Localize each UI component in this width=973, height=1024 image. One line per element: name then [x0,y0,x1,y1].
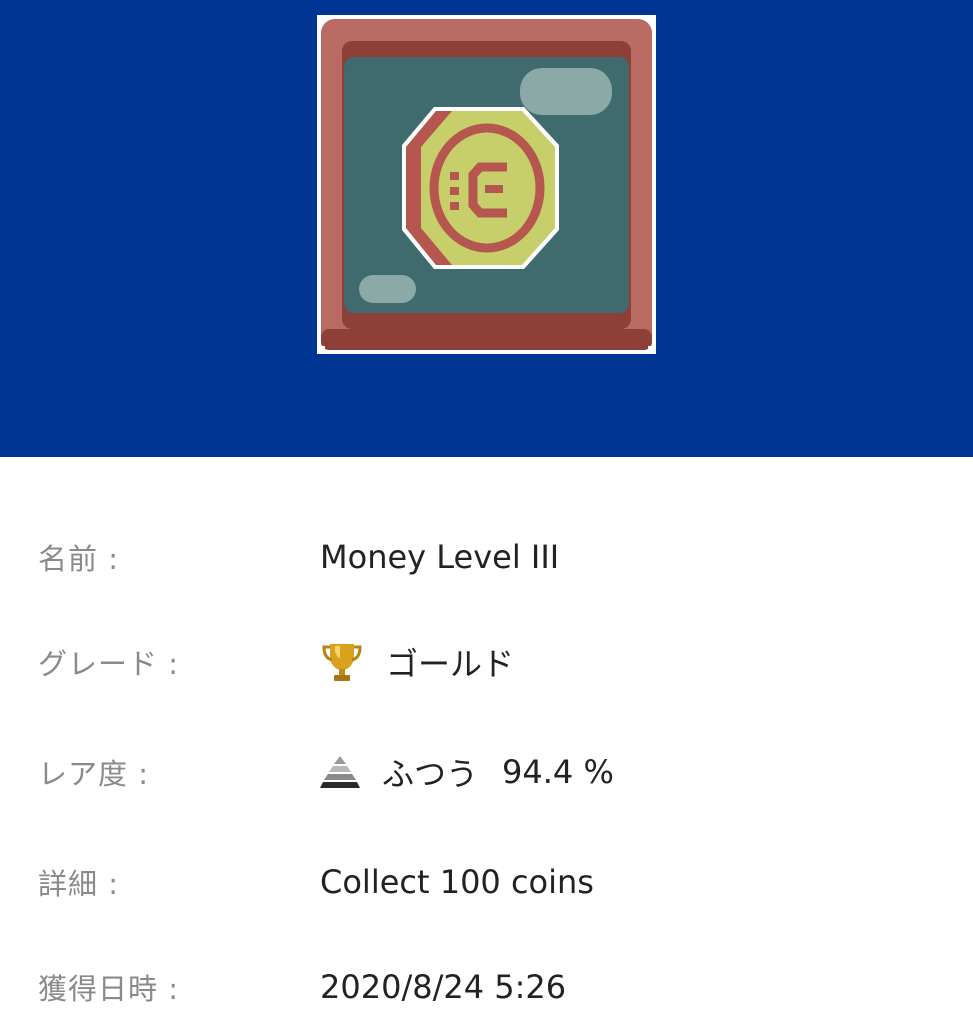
acquired-label: 獲得日時 : [38,972,179,1006]
name-value: Money Level III [320,538,559,576]
pyramid-icon [320,754,360,790]
grade-value: ゴールド [320,639,514,685]
coin-badge-icon [317,15,656,354]
detail-label: 詳細 : [38,867,119,901]
detail-text: Collect 100 coins [320,863,594,901]
detail-row: 詳細 : Collect 100 coins [0,852,973,912]
rarity-text: ふつう [382,755,479,793]
rarity-label: レア度 : [38,757,149,791]
trophy-icon [320,640,364,684]
grade-row: グレード : ゴールド [0,632,973,692]
acquired-row: 獲得日時 : 2020/8/24 5:26 [0,957,973,1017]
badge-banner [0,0,973,457]
rarity-value: ふつう 94.4 % [320,749,614,795]
acquired-text: 2020/8/24 5:26 [320,968,567,1006]
grade-label: グレード : [38,647,179,681]
detail-value: Collect 100 coins [320,863,594,901]
achievement-details: 名前 : Money Level III グレード : ゴールド レア度 : ふ… [0,457,973,1024]
grade-text: ゴールド [386,645,515,683]
name-text: Money Level III [320,538,560,576]
name-row: 名前 : Money Level III [0,527,973,587]
name-label: 名前 : [38,542,119,576]
rarity-percent: 94.4 % [502,753,614,791]
rarity-row: レア度 : ふつう 94.4 % [0,742,973,802]
acquired-value: 2020/8/24 5:26 [320,968,566,1006]
